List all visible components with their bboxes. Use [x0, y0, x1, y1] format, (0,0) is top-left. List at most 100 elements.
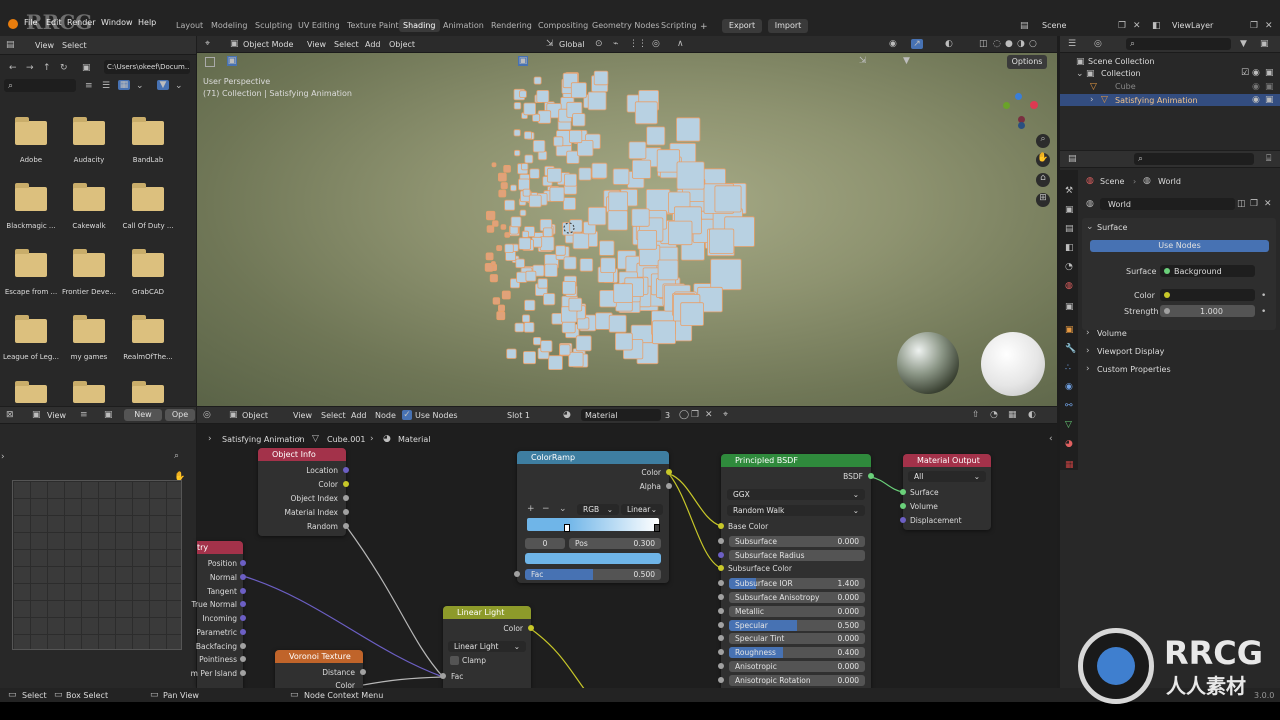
socket-output[interactable] — [343, 467, 349, 473]
socket-output[interactable] — [343, 509, 349, 515]
color-ramp-gradient[interactable] — [527, 518, 659, 531]
socket-output[interactable] — [240, 560, 246, 566]
fac-field[interactable]: Fac 0.500 — [525, 569, 661, 580]
geometry-node-title[interactable]: try — [197, 541, 243, 554]
socket-input[interactable] — [900, 503, 906, 509]
socket-input[interactable] — [718, 552, 724, 558]
socket-label-base-color: Base Color — [728, 522, 769, 531]
interpolation-dropdown[interactable]: Linear ⌄ — [621, 504, 663, 515]
subsurface-method-dropdown[interactable]: Random Walk ⌄ — [727, 505, 865, 516]
distribution-value: GGX — [733, 490, 750, 499]
socket-label-color: Color — [641, 468, 661, 477]
socket-label-incoming: Incoming — [202, 614, 237, 623]
socket-input[interactable] — [718, 538, 724, 544]
mouse-right-icon: ▭ — [290, 690, 299, 700]
socket-output[interactable] — [240, 656, 246, 662]
socket-output[interactable] — [240, 574, 246, 580]
color-mode-value: RGB — [583, 505, 600, 514]
chevron-down-icon: ⌄ — [973, 472, 980, 481]
bsdf-field-specular[interactable]: Specular 0.500 — [729, 620, 865, 631]
socket-output[interactable] — [240, 670, 246, 676]
chevron-down-icon: ⌄ — [852, 506, 859, 515]
object-info-node-title[interactable]: Object Info — [258, 448, 346, 461]
socket-input[interactable] — [718, 523, 724, 529]
socket-output[interactable] — [240, 615, 246, 621]
chevron-down-icon: ⌄ — [513, 642, 520, 651]
socket-output[interactable] — [666, 469, 672, 475]
material-output-node[interactable]: Material Output All ⌄ Surface Volume Disp… — [900, 454, 991, 530]
add-stop-icon[interactable]: + — [527, 504, 535, 514]
socket-output[interactable] — [240, 629, 246, 635]
material-output-node-title[interactable]: Material Output — [903, 454, 991, 467]
bsdf-field-value: 0.000 — [837, 662, 859, 671]
socket-output[interactable] — [343, 523, 349, 529]
bsdf-field-anisotropic[interactable]: Anisotropic 0.000 — [729, 661, 865, 672]
bsdf-field-metallic[interactable]: Metallic 0.000 — [729, 606, 865, 617]
socket-label-true-normal: True Normal — [191, 600, 237, 609]
remove-stop-icon[interactable]: − — [542, 504, 550, 514]
voronoi-texture-node[interactable]: Voronoi Texture Distance Color — [275, 650, 366, 690]
stop-color-swatch[interactable] — [525, 553, 661, 564]
stop-index-field[interactable]: 0 — [525, 538, 565, 549]
linear-light-node-title[interactable]: Linear Light — [443, 606, 531, 619]
bsdf-field-anisotropic-rotation[interactable]: Anisotropic Rotation 0.000 — [729, 675, 865, 686]
bsdf-field-subsurface-radius[interactable]: Subsurface Radius — [729, 550, 865, 561]
socket-input[interactable] — [900, 489, 906, 495]
socket-input[interactable] — [718, 608, 724, 614]
color-ramp-node[interactable]: ColorRamp Color Alpha + − ⌄ RGB ⌄ Linear ⌄… — [514, 451, 672, 583]
color-mode-dropdown[interactable]: RGB ⌄ — [577, 504, 619, 515]
bsdf-field-label: Roughness — [735, 648, 776, 657]
socket-input[interactable] — [718, 649, 724, 655]
bsdf-field-value: 0.000 — [837, 607, 859, 616]
socket-input[interactable] — [718, 677, 724, 683]
socket-output[interactable] — [868, 473, 874, 479]
bsdf-field-specular-tint[interactable]: Specular Tint 0.000 — [729, 633, 865, 644]
socket-input[interactable] — [718, 594, 724, 600]
socket-input[interactable] — [900, 517, 906, 523]
distribution-dropdown[interactable]: GGX ⌄ — [727, 489, 865, 500]
socket-label-location: Location — [306, 466, 338, 475]
socket-input[interactable] — [718, 565, 724, 571]
bsdf-field-subsurface-anisotropy[interactable]: Subsurface Anisotropy 0.000 — [729, 592, 865, 603]
bsdf-field-roughness[interactable]: Roughness 0.400 — [729, 647, 865, 658]
socket-output[interactable] — [528, 625, 534, 631]
blend-mode-dropdown[interactable]: Linear Light ⌄ — [448, 641, 526, 652]
socket-input[interactable] — [718, 663, 724, 669]
color-stop-handle[interactable] — [564, 524, 570, 532]
socket-input[interactable] — [440, 673, 446, 679]
geometry-node[interactable]: try Position Normal Tangent True Normal … — [191, 541, 246, 688]
socket-input[interactable] — [514, 571, 520, 577]
socket-output[interactable] — [343, 495, 349, 501]
render-target-dropdown[interactable]: All ⌄ — [908, 471, 986, 482]
bsdf-field-label: Subsurface IOR — [735, 579, 793, 588]
color-ramp-node-title[interactable]: ColorRamp — [517, 451, 669, 464]
socket-output[interactable] — [240, 601, 246, 607]
linear-light-node[interactable]: Linear Light Color Linear Light ⌄ Clamp F… — [440, 606, 534, 688]
socket-input[interactable] — [718, 580, 724, 586]
chevron-down-icon: ⌄ — [606, 505, 613, 514]
bsdf-field-label: Specular Tint — [735, 634, 785, 643]
clamp-checkbox[interactable] — [450, 656, 459, 665]
bsdf-field-value: 0.000 — [837, 676, 859, 685]
principled-bsdf-node[interactable]: Principled BSDF BSDF GGX ⌄ Random Walk ⌄ B… — [718, 454, 874, 688]
socket-output[interactable] — [343, 481, 349, 487]
status-node-context: Node Context Menu — [304, 691, 384, 700]
bsdf-field-subsurface[interactable]: Subsurface 0.000 — [729, 536, 865, 547]
object-info-node[interactable]: Object Info Location Color Object Index … — [258, 448, 349, 536]
bsdf-field-value: 0.400 — [837, 648, 859, 657]
bsdf-field-label: Metallic — [735, 607, 764, 616]
bsdf-field-subsurface-ior[interactable]: Subsurface IOR 1.400 — [729, 578, 865, 589]
principled-node-title[interactable]: Principled BSDF — [721, 454, 871, 467]
socket-output[interactable] — [240, 588, 246, 594]
chevron-down-icon[interactable]: ⌄ — [559, 504, 567, 514]
socket-output[interactable] — [666, 483, 672, 489]
subsurface-method-value: Random Walk — [733, 506, 785, 515]
socket-label-volume: Volume — [910, 502, 938, 511]
socket-input[interactable] — [718, 622, 724, 628]
socket-input[interactable] — [718, 635, 724, 641]
socket-output[interactable] — [360, 669, 366, 675]
color-stop-handle[interactable] — [654, 524, 660, 532]
stop-position-field[interactable]: Pos 0.300 — [569, 538, 661, 549]
socket-output[interactable] — [240, 643, 246, 649]
voronoi-node-title[interactable]: Voronoi Texture — [275, 650, 363, 663]
